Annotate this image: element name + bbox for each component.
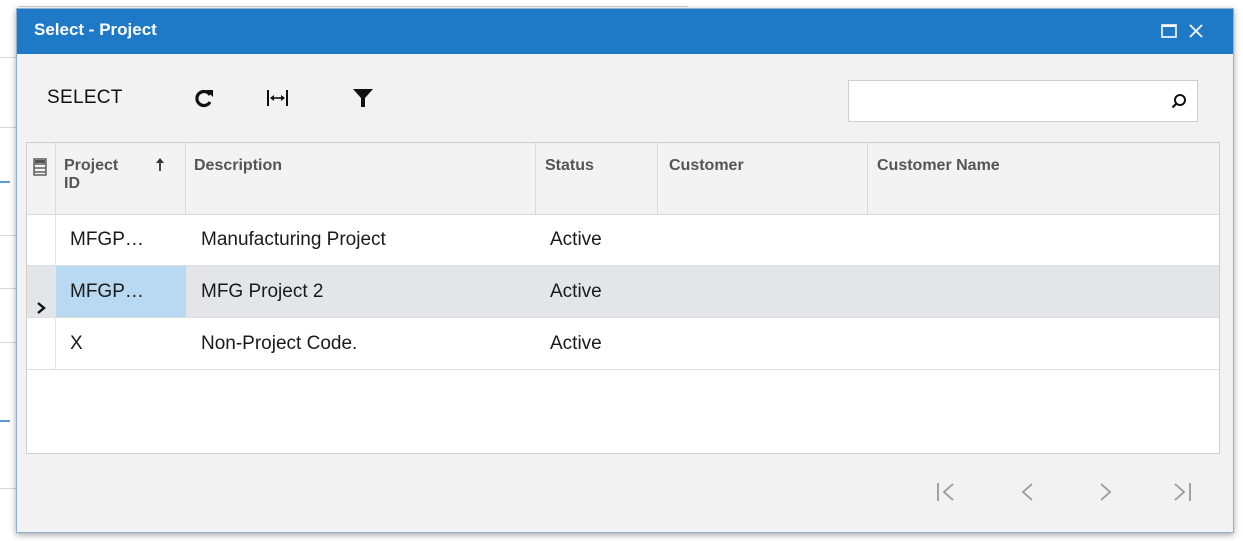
close-icon[interactable] <box>1187 22 1205 40</box>
project-grid: Project ID Description Status Customer C… <box>26 142 1220 454</box>
row-selector[interactable] <box>27 266 56 317</box>
cell-description[interactable]: MFG Project 2 <box>186 266 536 317</box>
search-box[interactable] <box>848 80 1198 122</box>
cell-description[interactable]: Manufacturing Project <box>186 214 536 265</box>
column-header-project-id[interactable]: Project ID <box>56 143 186 214</box>
column-settings-header[interactable] <box>27 143 56 214</box>
maximize-icon[interactable] <box>1160 22 1178 40</box>
column-label: Customer <box>669 157 744 174</box>
cell-status[interactable]: Active <box>536 318 658 369</box>
next-page-icon[interactable] <box>1092 477 1118 507</box>
pager <box>17 473 1233 513</box>
column-header-description[interactable]: Description <box>186 143 536 214</box>
column-settings-icon[interactable] <box>32 158 48 176</box>
cell-project-id[interactable]: MFGP… <box>56 214 186 265</box>
sort-ascending-icon[interactable] <box>154 157 166 173</box>
cell-project-id[interactable]: X <box>56 318 186 369</box>
column-header-customer[interactable]: Customer <box>658 143 868 214</box>
background-divider <box>0 342 16 343</box>
cell-status[interactable]: Active <box>536 266 658 317</box>
background-divider <box>0 127 16 128</box>
cell-customer[interactable] <box>658 266 868 317</box>
column-label: Status <box>545 157 594 174</box>
row-chevron-icon <box>35 284 47 314</box>
row-selector[interactable] <box>27 214 56 265</box>
prev-page-icon[interactable] <box>1015 477 1041 507</box>
table-row[interactable]: MFGP… Manufacturing Project Active <box>27 214 1219 266</box>
cell-project-id[interactable]: MFGP… <box>56 266 186 317</box>
table-row[interactable]: X Non-Project Code. Active <box>27 318 1219 370</box>
select-button[interactable]: SELECT <box>47 87 123 109</box>
first-page-icon[interactable] <box>933 477 959 507</box>
fit-columns-icon[interactable] <box>266 87 290 109</box>
cell-customer-name[interactable] <box>868 318 1220 369</box>
dialog-title: Select - Project <box>34 20 157 39</box>
column-label: Description <box>194 157 283 174</box>
background-divider <box>0 57 16 58</box>
background-page-header <box>18 0 688 7</box>
filter-icon[interactable] <box>351 87 375 109</box>
table-row-selected[interactable]: MFGP… MFG Project 2 Active <box>27 266 1219 318</box>
last-page-icon[interactable] <box>1169 477 1195 507</box>
column-header-status[interactable]: Status <box>536 143 658 214</box>
grid-header: Project ID Description Status Customer C… <box>27 143 1219 215</box>
cell-customer-name[interactable] <box>868 214 1220 265</box>
column-header-customer-name[interactable]: Customer Name <box>868 143 1221 214</box>
cell-customer[interactable] <box>658 214 868 265</box>
dialog-titlebar: Select - Project <box>17 9 1233 54</box>
select-project-dialog: Select - Project SELECT Project ID Descr… <box>16 8 1234 533</box>
refresh-icon[interactable] <box>192 87 216 109</box>
search-icon[interactable] <box>1171 93 1187 109</box>
background-divider <box>0 181 10 183</box>
column-label: Customer Name <box>877 157 1000 174</box>
background-divider <box>0 288 16 289</box>
column-label: Project ID <box>64 157 119 192</box>
background-divider <box>0 420 10 422</box>
search-input[interactable] <box>855 87 1159 117</box>
cell-customer-name[interactable] <box>868 266 1220 317</box>
row-selector[interactable] <box>27 318 56 369</box>
cell-description[interactable]: Non-Project Code. <box>186 318 536 369</box>
background-divider <box>0 235 16 236</box>
cell-status[interactable]: Active <box>536 214 658 265</box>
background-divider <box>0 488 16 489</box>
cell-customer[interactable] <box>658 318 868 369</box>
